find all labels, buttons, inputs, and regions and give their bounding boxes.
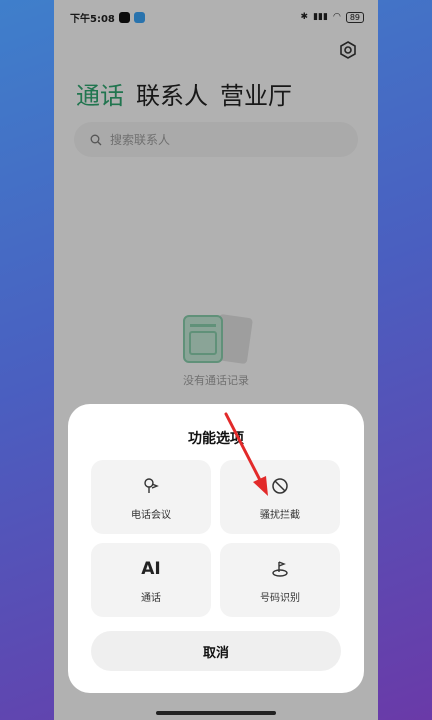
block-icon [272,477,288,494]
option-conference-call[interactable]: 电话会议 [91,460,211,534]
option-ai-call[interactable]: AI 通话 [91,543,211,617]
home-indicator[interactable] [156,711,276,715]
option-harassment-block[interactable]: 骚扰拦截 [220,460,340,534]
option-label: 通话 [141,592,161,604]
feature-options-dialog: 功能选项 电话会议 骚扰拦截 AI 通话 号码识别 取消 [68,404,364,693]
phone-screen: 下午5:08 ✱ ▮▮▮ ◠ 89 通话 联系人 营业厅 搜索联系人 没有通话记… [54,0,378,720]
conference-icon [144,477,159,493]
dialog-title: 功能选项 [188,431,244,447]
option-label: 骚扰拦截 [260,509,300,521]
option-label: 号码识别 [260,592,300,604]
option-number-identification[interactable]: 号码识别 [220,543,340,617]
option-label: 电话会议 [131,509,171,521]
cancel-button[interactable]: 取消 [91,631,341,671]
ai-icon: AI [141,558,161,579]
number-id-icon [272,560,288,577]
